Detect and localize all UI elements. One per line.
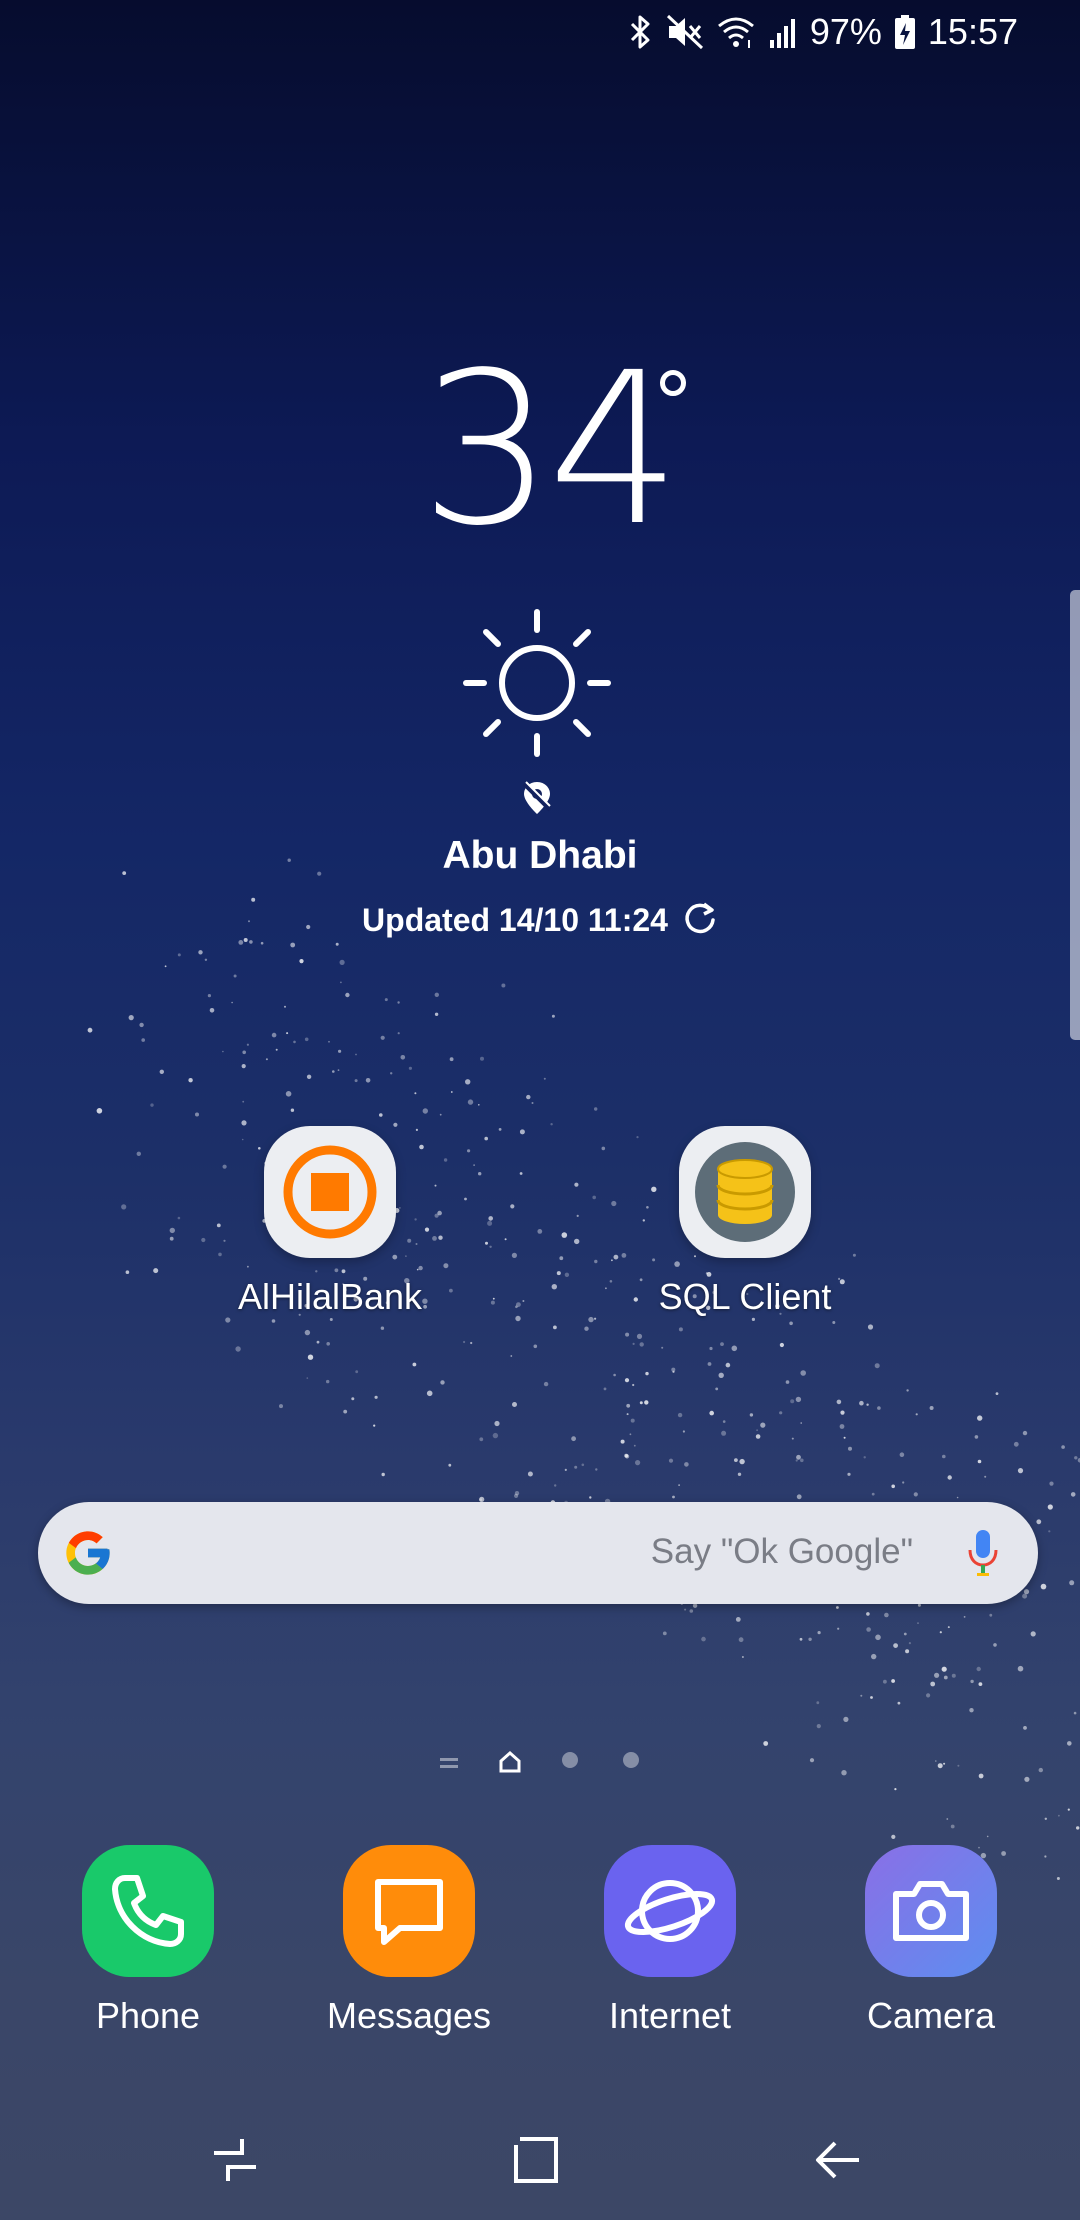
- weather-updated-row: Updated 14/10 11:24: [0, 900, 1080, 941]
- home-page-icon[interactable]: [498, 1750, 522, 1779]
- app-label: AlHilalBank: [237, 1276, 423, 1317]
- phone-icon: [82, 1845, 214, 1977]
- google-search-bar[interactable]: Say "Ok Google": [38, 1502, 1038, 1604]
- app-label: Phone: [95, 1995, 201, 2036]
- clock: 15:57: [927, 11, 1018, 52]
- home-button[interactable]: [497, 2130, 577, 2190]
- mute-icon: [666, 14, 704, 50]
- page-menu-icon[interactable]: [440, 1756, 458, 1775]
- status-bar: 97% 15:57: [0, 0, 1080, 64]
- app-label: SQL Client: [658, 1276, 832, 1317]
- signal-icon: [768, 14, 798, 50]
- app-alhilalbank[interactable]: AlHilalBank: [210, 1126, 450, 1318]
- sql-client-icon: [679, 1126, 811, 1258]
- refresh-icon[interactable]: [682, 900, 718, 941]
- weather-location: Abu Dhabi: [442, 834, 638, 877]
- app-label: Messages: [326, 1995, 492, 2036]
- sun-icon: [462, 608, 612, 763]
- navigation-bar: [0, 2100, 1080, 2220]
- status-icons: 97% 15:57: [628, 8, 1018, 56]
- back-button[interactable]: [798, 2130, 878, 2190]
- dock-messages[interactable]: Messages: [299, 1845, 519, 2037]
- battery-percent: 97%: [809, 11, 882, 52]
- bluetooth-icon: [628, 14, 654, 50]
- alhilalbank-icon: [264, 1126, 396, 1258]
- location-off-icon: [522, 780, 552, 821]
- temperature: 34: [420, 327, 681, 572]
- internet-icon: [604, 1845, 736, 1977]
- battery-charging-icon: [894, 14, 916, 50]
- page-dot[interactable]: [562, 1752, 578, 1768]
- edge-panel-handle[interactable]: [1070, 590, 1080, 1040]
- messages-icon: [343, 1845, 475, 1977]
- degree-symbol: [660, 370, 686, 396]
- dock-internet[interactable]: Internet: [560, 1845, 780, 2037]
- google-logo-icon[interactable]: [62, 1527, 114, 1584]
- app-sql-client[interactable]: SQL Client: [625, 1126, 865, 1318]
- app-label: Camera: [866, 1995, 996, 2036]
- recents-button[interactable]: [195, 2130, 275, 2190]
- wifi-icon: [716, 14, 756, 50]
- app-label: Internet: [608, 1995, 732, 2036]
- mic-icon[interactable]: [966, 1528, 1000, 1583]
- dock-camera[interactable]: Camera: [821, 1845, 1041, 2037]
- weather-updated-time: Updated 14/10 11:24: [362, 902, 668, 938]
- camera-icon: [865, 1845, 997, 1977]
- page-indicator[interactable]: [0, 1748, 1080, 1778]
- page-dot[interactable]: [623, 1752, 639, 1768]
- search-hint: Say "Ok Google": [650, 1532, 913, 1571]
- dock-phone[interactable]: Phone: [38, 1845, 258, 2037]
